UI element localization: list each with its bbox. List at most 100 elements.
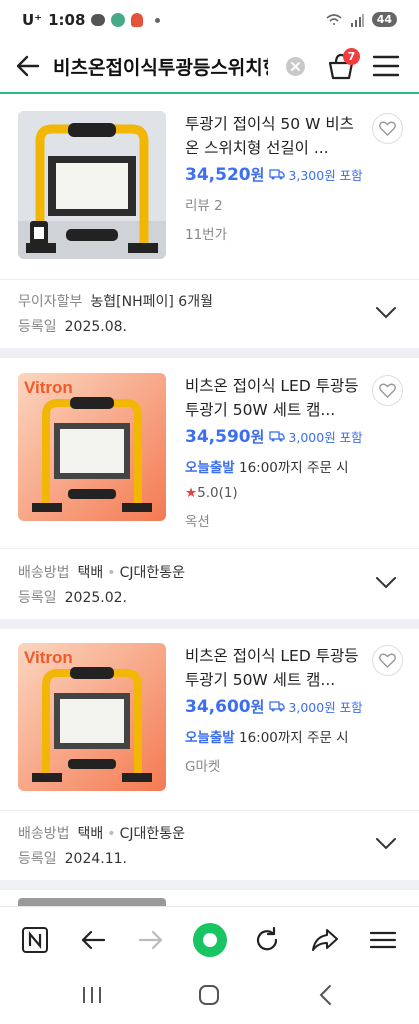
browser-toolbar (0, 906, 419, 972)
system-back-icon[interactable] (316, 983, 336, 1007)
rating-value: 5.0(1) (197, 485, 238, 501)
courier-name: CJ대한통운 (119, 565, 185, 581)
divider (0, 810, 419, 811)
installment-label: 무이자할부 (18, 294, 83, 310)
more-notifications-icon (155, 17, 161, 23)
home-icon[interactable] (197, 983, 221, 1007)
card-separator (0, 348, 419, 358)
wishlist-button[interactable] (372, 113, 403, 144)
product-price: 34,600 (185, 697, 251, 717)
browser-forward-icon[interactable] (136, 925, 166, 955)
installment-value: 농협[NH페이] 6개월 (90, 294, 213, 310)
shipping-method-label: 배송방법 (18, 565, 70, 581)
back-arrow-icon[interactable] (14, 52, 42, 80)
shipping-method: 택배 (77, 826, 104, 842)
price-row: 34,600 원 3,000원 포함 (185, 696, 365, 717)
shipping-info: 3,000원 포함 (269, 427, 363, 446)
truck-icon (269, 701, 286, 712)
product-card[interactable]: 투광기 접이식 50 W 비츠온 스위치형 선길이 ... 34,520 원 3… (0, 96, 419, 276)
shipping-method-info: 배송방법 택배 • CJ대한통운 (18, 562, 408, 582)
product-price: 34,520 (185, 165, 251, 185)
green-dot-icon[interactable] (192, 922, 228, 958)
clear-icon[interactable] (286, 57, 305, 76)
mall-name[interactable]: G마켓 (185, 755, 365, 775)
game-notification-icon (131, 13, 144, 27)
product-image[interactable] (18, 111, 166, 259)
shipping-fee: 3,300원 포함 (288, 167, 363, 183)
menu-icon[interactable] (368, 925, 398, 955)
shipping-method: 택배 (77, 565, 104, 581)
heart-icon (379, 383, 396, 398)
review-count[interactable]: 리뷰 2 (185, 194, 365, 214)
product-price: 34,590 (185, 427, 251, 447)
truck-icon (269, 431, 286, 442)
brand-logo: Vitron (24, 648, 73, 667)
refresh-icon[interactable] (252, 925, 282, 955)
mall-name[interactable]: 11번가 (185, 223, 365, 243)
product-title[interactable]: 비츠온 접이식 LED 투광등 투광기 50W 세트 캠... (185, 374, 365, 422)
registration-label: 등록일 (18, 851, 57, 867)
delivery-info: 오늘출발 16:00까지 주문 시 (185, 456, 365, 476)
wifi-icon (326, 13, 342, 25)
menu-icon[interactable] (372, 53, 400, 79)
talk-notification-icon (91, 14, 106, 26)
today-delivery-label: 오늘출발 (185, 730, 235, 746)
card-separator (0, 619, 419, 629)
separator-dot: • (107, 826, 116, 842)
registration-info: 등록일 2024.11. (18, 848, 408, 868)
product-title[interactable]: 투광기 접이식 50 W 비츠온 스위치형 선길이 ... (185, 112, 365, 160)
product-card[interactable]: Vitron 비츠온 접이식 LED 투광등 투광기 50W 세트 캠... 3… (0, 358, 419, 546)
delivery-info: 오늘출발 16:00까지 주문 시 (185, 726, 365, 746)
wishlist-button[interactable] (372, 375, 403, 406)
registration-label: 등록일 (18, 319, 57, 335)
product-card[interactable]: Vitron 비츠온 접이식 LED 투광등 투광기 50W 세트 캠... 3… (0, 629, 419, 809)
wishlist-button[interactable] (372, 645, 403, 676)
registration-date: 2025.02. (64, 590, 127, 606)
browser-back-icon[interactable] (78, 925, 108, 955)
shipping-fee: 3,000원 포함 (288, 429, 363, 445)
price-currency: 원 (250, 166, 265, 184)
search-query-title[interactable]: 비츠온접이식투광등스위치형 (53, 53, 268, 80)
status-left: U⁺ 1:08 (22, 11, 161, 29)
rating-info[interactable]: ★5.0(1) (185, 485, 365, 501)
carrier: U⁺ (22, 11, 43, 29)
price-currency: 원 (250, 698, 265, 716)
price-currency: 원 (250, 428, 265, 446)
heart-icon (379, 653, 396, 668)
star-icon: ★ (185, 485, 198, 501)
shipping-method-label: 배송방법 (18, 826, 70, 842)
signal-icon (350, 13, 364, 27)
brand-logo: Vitron (24, 378, 73, 397)
today-delivery-label: 오늘출발 (185, 460, 235, 476)
share-icon[interactable] (310, 925, 340, 955)
divider (0, 279, 419, 280)
shipping-info: 3,300원 포함 (269, 165, 363, 184)
heart-icon (379, 121, 396, 136)
product-image[interactable]: Vitron (18, 373, 166, 521)
status-bar: U⁺ 1:08 44 (0, 0, 419, 40)
cart-count-badge: 7 (343, 48, 360, 65)
product-image[interactable]: Vitron (18, 643, 166, 791)
product-info: 비츠온 접이식 LED 투광등 투광기 50W 세트 캠... 34,600 원… (185, 644, 365, 775)
mall-name[interactable]: 옥션 (185, 510, 365, 530)
courier-name: CJ대한통운 (119, 826, 185, 842)
recent-apps-icon[interactable] (80, 984, 104, 1006)
chevron-down-icon[interactable] (375, 576, 397, 590)
divider (0, 548, 419, 549)
product-info: 비츠온 접이식 LED 투광등 투광기 50W 세트 캠... 34,590 원… (185, 374, 365, 530)
system-navigation-bar (0, 972, 419, 1024)
naver-icon[interactable] (20, 925, 50, 955)
today-delivery-text: 16:00까지 주문 시 (238, 730, 349, 746)
search-header: 비츠온접이식투광등스위치형 7 (0, 40, 419, 94)
app-notification-icon (111, 13, 126, 27)
chevron-down-icon[interactable] (375, 306, 397, 320)
chevron-down-icon[interactable] (375, 837, 397, 851)
registration-info: 등록일 2025.02. (18, 587, 408, 607)
registration-info: 등록일 2025.08. (18, 316, 408, 336)
card-separator (0, 880, 419, 890)
product-title[interactable]: 비츠온 접이식 LED 투광등 투광기 50W 세트 캠... (185, 644, 365, 692)
price-row: 34,520 원 3,300원 포함 (185, 164, 365, 185)
shipping-fee: 3,000원 포함 (288, 699, 363, 715)
registration-date: 2025.08. (64, 319, 127, 335)
next-product-image[interactable] (18, 898, 166, 906)
